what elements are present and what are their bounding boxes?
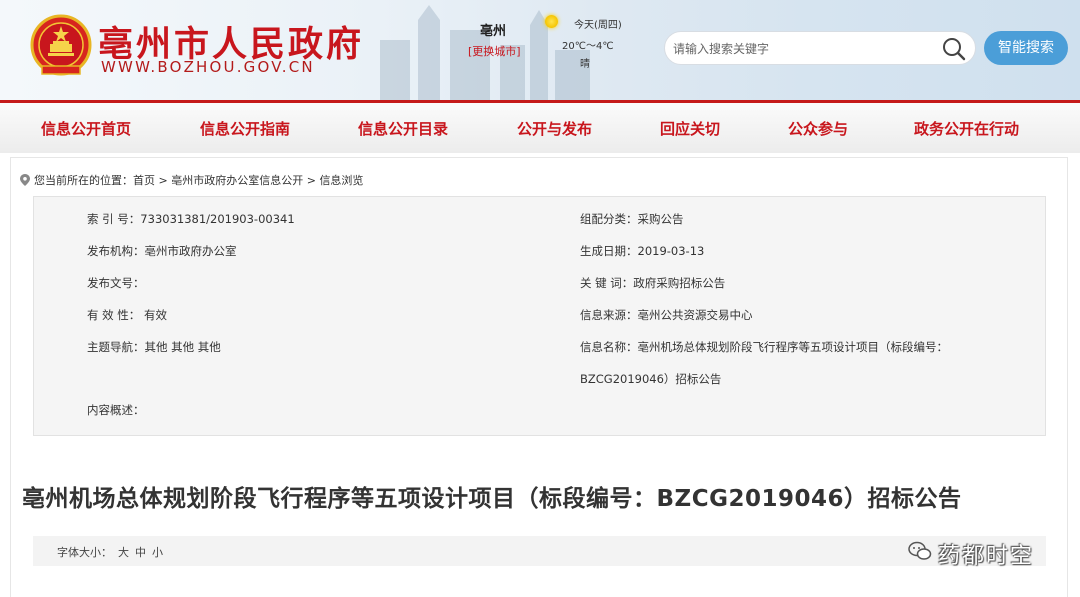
search-box <box>664 31 976 65</box>
article-title: 亳州机场总体规划阶段飞行程序等五项设计项目（标段编号：BZCG2019046）招… <box>22 486 962 512</box>
info-keywords: 关 键 词：政府采购招标公告 <box>580 276 726 290</box>
info-name-line2: BZCG2019046）招标公告 <box>580 372 722 386</box>
font-size-small-button[interactable]: 小 <box>152 544 163 560</box>
font-size-medium-button[interactable]: 中 <box>135 544 146 560</box>
site-header: 亳州市人民政府 WWW.BOZHOU.GOV.CN 亳州 [更换城市] 今天(周… <box>0 0 1080 100</box>
info-publisher: 发布机构：亳州市政府办公室 <box>87 244 237 258</box>
search-input[interactable] <box>673 38 933 60</box>
nav-item-publish[interactable]: 公开与发布 <box>517 118 592 139</box>
weather-day: 今天(周四) <box>574 20 622 31</box>
current-city: 亳州 <box>480 24 507 39</box>
smart-search-button[interactable]: 智能搜索 <box>984 31 1068 65</box>
info-summary: 内容概述： <box>87 403 145 417</box>
breadcrumb-prefix: 您当前所在的位置： <box>34 174 133 187</box>
font-size-label: 字体大小： <box>57 546 112 559</box>
nav-item-response[interactable]: 回应关切 <box>660 118 720 139</box>
font-size-large-button[interactable]: 大 <box>118 544 129 560</box>
nav-item-participation[interactable]: 公众参与 <box>788 118 848 139</box>
national-emblem-logo <box>30 14 92 76</box>
search-icon[interactable] <box>941 36 967 62</box>
info-date: 生成日期：2019-03-13 <box>580 244 705 258</box>
location-pin-icon <box>20 174 30 186</box>
sun-icon <box>545 15 558 28</box>
breadcrumb-separator: > <box>303 174 320 187</box>
wechat-watermark: 药都时空 <box>908 537 1048 569</box>
nav-item-info-guide[interactable]: 信息公开指南 <box>200 118 290 139</box>
info-validity: 有 效 性： 有效 <box>87 308 167 322</box>
info-category: 组配分类：采购公告 <box>580 212 684 226</box>
switch-city-link[interactable]: [更换城市] <box>468 43 521 59</box>
nav-item-info-home[interactable]: 信息公开首页 <box>41 118 131 139</box>
info-source: 信息来源：亳州公共资源交易中心 <box>580 308 753 322</box>
main-nav: 信息公开首页 信息公开指南 信息公开目录 公开与发布 回应关切 公众参与 政务公… <box>0 100 1080 153</box>
breadcrumb-section[interactable]: 亳州市政府办公室信息公开 <box>171 174 303 187</box>
weather-temperature: 20℃～4℃ <box>562 41 614 52</box>
breadcrumb-separator: > <box>155 174 172 187</box>
info-topic: 主题导航：其他 其他 其他 <box>87 340 221 354</box>
info-name-line1: 信息名称：亳州机场总体规划阶段飞行程序等五项设计项目（标段编号： <box>580 340 948 354</box>
breadcrumb-current: 信息浏览 <box>319 174 364 187</box>
info-index-number: 索 引 号：733031381/201903-00341 <box>87 212 295 226</box>
breadcrumb-home[interactable]: 首页 <box>133 174 155 187</box>
breadcrumb: 您当前所在的位置：首页 > 亳州市政府办公室信息公开 > 信息浏览 <box>20 172 363 188</box>
site-url: WWW.BOZHOU.GOV.CN <box>101 58 315 76</box>
nav-item-open-action[interactable]: 政务公开在行动 <box>914 118 1019 139</box>
font-size-bar: 字体大小： 大 中 小 <box>33 536 1046 566</box>
nav-item-info-catalog[interactable]: 信息公开目录 <box>358 118 448 139</box>
wechat-icon <box>908 541 932 560</box>
watermark-text: 药都时空 <box>938 544 1035 569</box>
info-metadata-box <box>33 196 1046 436</box>
weather-condition: 晴 <box>580 59 590 70</box>
info-doc-number: 发布文号： <box>87 276 145 290</box>
